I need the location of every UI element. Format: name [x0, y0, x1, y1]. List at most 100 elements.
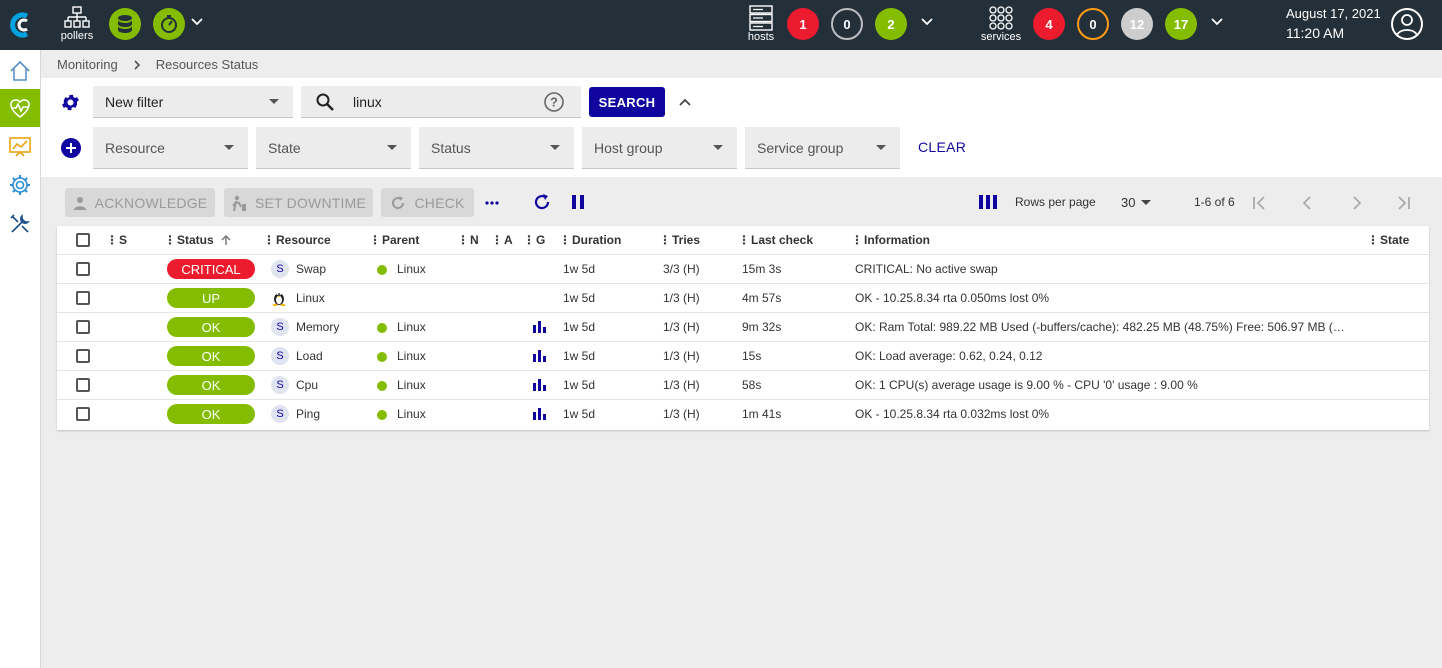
database-icon[interactable]	[109, 8, 141, 40]
pollers-button[interactable]: pollers	[58, 3, 96, 45]
column-header-information[interactable]: ⋮ Information	[851, 226, 930, 254]
acknowledge-button[interactable]: ACKNOWLEDGE	[65, 188, 215, 217]
row-checkbox[interactable]	[76, 407, 90, 421]
sidebar-item-monitoring[interactable]	[0, 89, 40, 127]
search-field[interactable]: linux ?	[301, 86, 581, 118]
column-drag-icon[interactable]: ⋮	[1367, 233, 1379, 247]
column-header-s[interactable]: ⋮ S	[106, 226, 127, 254]
hosts-button[interactable]: hosts	[744, 2, 778, 46]
parent-name[interactable]: Linux	[397, 349, 426, 363]
chevron-down-icon[interactable]	[1210, 15, 1224, 29]
table-row[interactable]: CRITICAL S Swap Linux 1w 5d 3/3 (H) 15m …	[57, 254, 1429, 283]
table-row[interactable]: OK S Cpu Linux 1w 5d 1/3 (H) 58s OK: 1 C…	[57, 370, 1429, 399]
refresh-icon[interactable]	[532, 192, 552, 212]
column-drag-icon[interactable]: ⋮	[164, 233, 176, 247]
chevron-up-icon[interactable]	[678, 95, 692, 109]
last-page-icon[interactable]	[1396, 195, 1412, 211]
table-row[interactable]: UP Linux 1w 5d 1/3 (H) 4m 57s OK - 10.25…	[57, 283, 1429, 312]
rows-per-page-select[interactable]: 30	[1121, 195, 1152, 210]
columns-icon[interactable]	[979, 195, 997, 209]
latency-icon[interactable]	[153, 8, 185, 40]
set-downtime-button[interactable]: SET DOWNTIME	[224, 188, 373, 217]
graph-icon[interactable]	[533, 321, 546, 333]
column-header-action[interactable]: ⋮ A	[491, 226, 513, 254]
column-drag-icon[interactable]: ⋮	[491, 233, 503, 247]
resource-name[interactable]: Cpu	[296, 378, 318, 392]
more-actions-icon[interactable]	[484, 197, 500, 209]
check-button[interactable]: CHECK	[381, 188, 474, 217]
service-group-criteria-select[interactable]: Service group	[745, 127, 900, 169]
sidebar-item-administration[interactable]	[0, 205, 40, 243]
breadcrumb-monitoring[interactable]: Monitoring	[57, 57, 118, 72]
hosts-unreachable-count[interactable]: 0	[831, 8, 863, 40]
hosts-up-count[interactable]: 2	[875, 8, 907, 40]
row-checkbox[interactable]	[76, 378, 90, 392]
column-header-state[interactable]: ⋮ State	[1367, 226, 1409, 254]
search-input[interactable]: linux	[353, 94, 382, 110]
search-button[interactable]: SEARCH	[589, 87, 665, 117]
column-header-notification[interactable]: ⋮ N	[457, 226, 479, 254]
status-criteria-select[interactable]: Status	[419, 127, 574, 169]
sidebar-item-configuration[interactable]	[0, 166, 40, 204]
gear-icon[interactable]	[60, 92, 81, 113]
user-avatar-icon[interactable]	[1391, 8, 1423, 40]
host-group-criteria-select[interactable]: Host group	[582, 127, 737, 169]
resource-name[interactable]: Load	[296, 349, 323, 363]
column-drag-icon[interactable]: ⋮	[369, 233, 381, 247]
sidebar-item-home[interactable]	[0, 52, 40, 90]
column-drag-icon[interactable]: ⋮	[659, 233, 671, 247]
graph-icon[interactable]	[533, 379, 546, 391]
clear-button[interactable]: CLEAR	[918, 139, 966, 155]
chevron-down-icon[interactable]	[190, 15, 204, 29]
pause-icon[interactable]	[570, 194, 586, 210]
help-icon[interactable]: ?	[543, 91, 565, 113]
parent-name[interactable]: Linux	[397, 320, 426, 334]
column-header-status[interactable]: ⋮ Status	[164, 226, 232, 254]
resource-name[interactable]: Ping	[296, 407, 320, 421]
sidebar-item-reporting[interactable]	[0, 128, 40, 166]
sort-ascending-icon[interactable]	[220, 234, 232, 246]
column-header-resource[interactable]: ⋮ Resource	[263, 226, 331, 254]
table-row[interactable]: OK S Memory Linux 1w 5d 1/3 (H) 9m 32s O…	[57, 312, 1429, 341]
services-button[interactable]: services	[980, 2, 1022, 46]
table-row[interactable]: OK S Ping Linux 1w 5d 1/3 (H) 1m 41s OK …	[57, 399, 1429, 428]
services-ok-count[interactable]: 17	[1165, 8, 1197, 40]
column-drag-icon[interactable]: ⋮	[559, 233, 571, 247]
column-header-graph[interactable]: ⋮ G	[523, 226, 545, 254]
parent-name[interactable]: Linux	[397, 262, 426, 276]
centreon-logo[interactable]	[0, 0, 40, 50]
column-header-last-check[interactable]: ⋮ Last check	[738, 226, 813, 254]
services-unknown-count[interactable]: 12	[1121, 8, 1153, 40]
resource-name[interactable]: Swap	[296, 262, 326, 276]
resource-name[interactable]: Memory	[296, 320, 339, 334]
column-drag-icon[interactable]: ⋮	[851, 233, 863, 247]
next-page-icon[interactable]	[1348, 195, 1364, 211]
column-header-parent[interactable]: ⋮ Parent	[369, 226, 419, 254]
row-checkbox[interactable]	[76, 291, 90, 305]
column-drag-icon[interactable]: ⋮	[457, 233, 469, 247]
services-warning-count[interactable]: 0	[1077, 8, 1109, 40]
filter-select[interactable]: New filter	[93, 86, 293, 118]
table-row[interactable]: OK S Load Linux 1w 5d 1/3 (H) 15s OK: Lo…	[57, 341, 1429, 370]
resource-name[interactable]: Linux	[296, 291, 325, 305]
parent-name[interactable]: Linux	[397, 378, 426, 392]
row-checkbox[interactable]	[76, 320, 90, 334]
resource-criteria-select[interactable]: Resource	[93, 127, 248, 169]
column-drag-icon[interactable]: ⋮	[738, 233, 750, 247]
services-critical-count[interactable]: 4	[1033, 8, 1065, 40]
column-header-tries[interactable]: ⋮ Tries	[659, 226, 700, 254]
column-header-duration[interactable]: ⋮ Duration	[559, 226, 621, 254]
select-all-checkbox[interactable]	[76, 233, 90, 247]
breadcrumb-resources-status[interactable]: Resources Status	[156, 57, 259, 72]
graph-icon[interactable]	[533, 408, 546, 420]
graph-icon[interactable]	[533, 350, 546, 362]
chevron-down-icon[interactable]	[920, 15, 934, 29]
column-drag-icon[interactable]: ⋮	[106, 233, 118, 247]
hosts-down-count[interactable]: 1	[787, 8, 819, 40]
add-criteria-icon[interactable]	[61, 138, 81, 158]
row-checkbox[interactable]	[76, 262, 90, 276]
column-drag-icon[interactable]: ⋮	[263, 233, 275, 247]
parent-name[interactable]: Linux	[397, 407, 426, 421]
column-drag-icon[interactable]: ⋮	[523, 233, 535, 247]
state-criteria-select[interactable]: State	[256, 127, 411, 169]
